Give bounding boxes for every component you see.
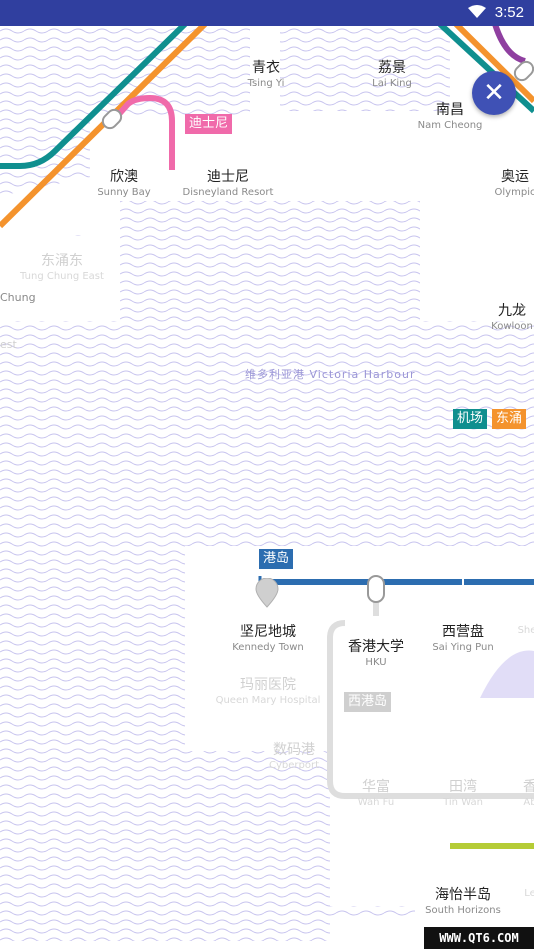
line-badge[interactable]: 东涌 [492,409,527,429]
station-name-zh: 西营盘 [441,624,484,640]
station-name-en: Olympic [494,187,534,198]
station-name-zh: 南昌 [436,102,464,118]
station-name-zh: 数码港 [272,742,315,758]
edge-label: Chung [0,291,36,304]
station-name-zh: 青衣 [252,60,280,76]
station-cyberport[interactable]: 数码港 Cyberport [269,742,319,772]
station-name-en: Lai King [372,78,412,89]
wifi-icon [468,5,486,18]
station-sunny-bay[interactable]: 欣澳 Sunny Bay [97,169,150,199]
station-name-en: Queen Mary Hospital [215,695,321,706]
station-south-horizons[interactable]: 海怡半岛 South Horizons [425,887,501,917]
station-name-zh: 海怡半岛 [435,887,491,903]
station-partial[interactable]: 香 Ab [523,779,534,809]
station-kennedy-town[interactable]: 坚尼地城 Kennedy Town [232,624,304,654]
station-name-en: HKU [365,657,387,668]
station-name-zh: 香港大学 [348,639,404,655]
station-wah-fu[interactable]: 华富 Wah Fu [358,779,394,809]
station-olympic[interactable]: 奥运 Olympic [495,169,534,199]
station-name-zh: 迪士尼 [206,169,249,185]
map-canvas [0,26,534,949]
close-icon: ✕ [483,78,505,108]
station-name-en: Wah Fu [357,797,395,808]
station-name-en: Disneyland Resort [182,187,274,198]
status-bar: 3:52 [0,0,534,26]
station-name-zh: 欣澳 [110,169,138,185]
station-name-zh: 东涌东 [41,253,83,269]
station-name-zh: 华富 [362,779,390,795]
station-name-en: Nam Cheong [417,120,483,131]
station-name-en: Cyberport [268,760,320,771]
station-name-en: Sunny Bay [97,187,151,198]
station-name-zh: 奥运 [501,169,529,185]
harbour-label: 维多利亚港 Victoria Harbour [245,368,416,381]
station-sai-ying-pun[interactable]: 西营盘 Sai Ying Pun [432,624,493,654]
station-nam-cheong[interactable]: 南昌 Nam Cheong [418,102,483,132]
station-partial[interactable]: She [518,624,534,637]
station-name-en: Kennedy Town [232,642,304,653]
location-pin-icon[interactable] [254,578,280,608]
line-badge[interactable]: 迪士尼 [185,114,233,134]
tsuen-wan-line [492,26,526,64]
station-queen-mary-hospital[interactable]: 玛丽医院 Queen Mary Hospital [216,677,321,707]
station-name-zh: 玛丽医院 [239,677,296,693]
close-button[interactable]: ✕ [472,71,516,115]
station-name-zh: 坚尼地城 [240,624,296,640]
station-name-en: Kowloon [491,321,533,332]
edge-label: est [0,338,17,351]
station-lai-king[interactable]: 荔景 Lai King [372,60,412,90]
station-name-zh: 九龙 [498,303,526,319]
station-name-en: South Horizons [425,905,501,916]
line-badge[interactable]: 西港岛 [344,692,392,712]
station-name-zh: 田湾 [449,779,477,795]
station-tung-chung-east[interactable]: 东涌东 Tung Chung East [20,253,104,283]
station-name-en: Sai Ying Pun [432,642,494,653]
metro-map[interactable]: 维多利亚港 Victoria Harbour 青衣 Tsing Yi 荔景 Lai K… [0,26,534,949]
station-partial[interactable]: Le [524,887,534,900]
station-tsing-yi[interactable]: 青衣 Tsing Yi [248,60,285,90]
line-badge[interactable]: 机场 [453,409,488,429]
station-name-en: Tsing Yi [247,78,285,89]
station-name-en: Tin Wan [443,797,483,808]
station-hku[interactable]: 香港大学 HKU [348,639,404,669]
station-name-en: Tung Chung East [20,271,104,282]
status-time: 3:52 [494,4,524,21]
station-tin-wan[interactable]: 田湾 Tin Wan [443,779,483,809]
station-kowloon[interactable]: 九龙 Kowloon [491,303,533,333]
station-name-zh: 荔景 [378,60,406,76]
line-badge[interactable]: 港岛 [259,549,294,569]
station-disneyland-resort[interactable]: 迪士尼 Disneyland Resort [183,169,274,199]
watermark: WWW.QT6.COM [424,927,534,949]
